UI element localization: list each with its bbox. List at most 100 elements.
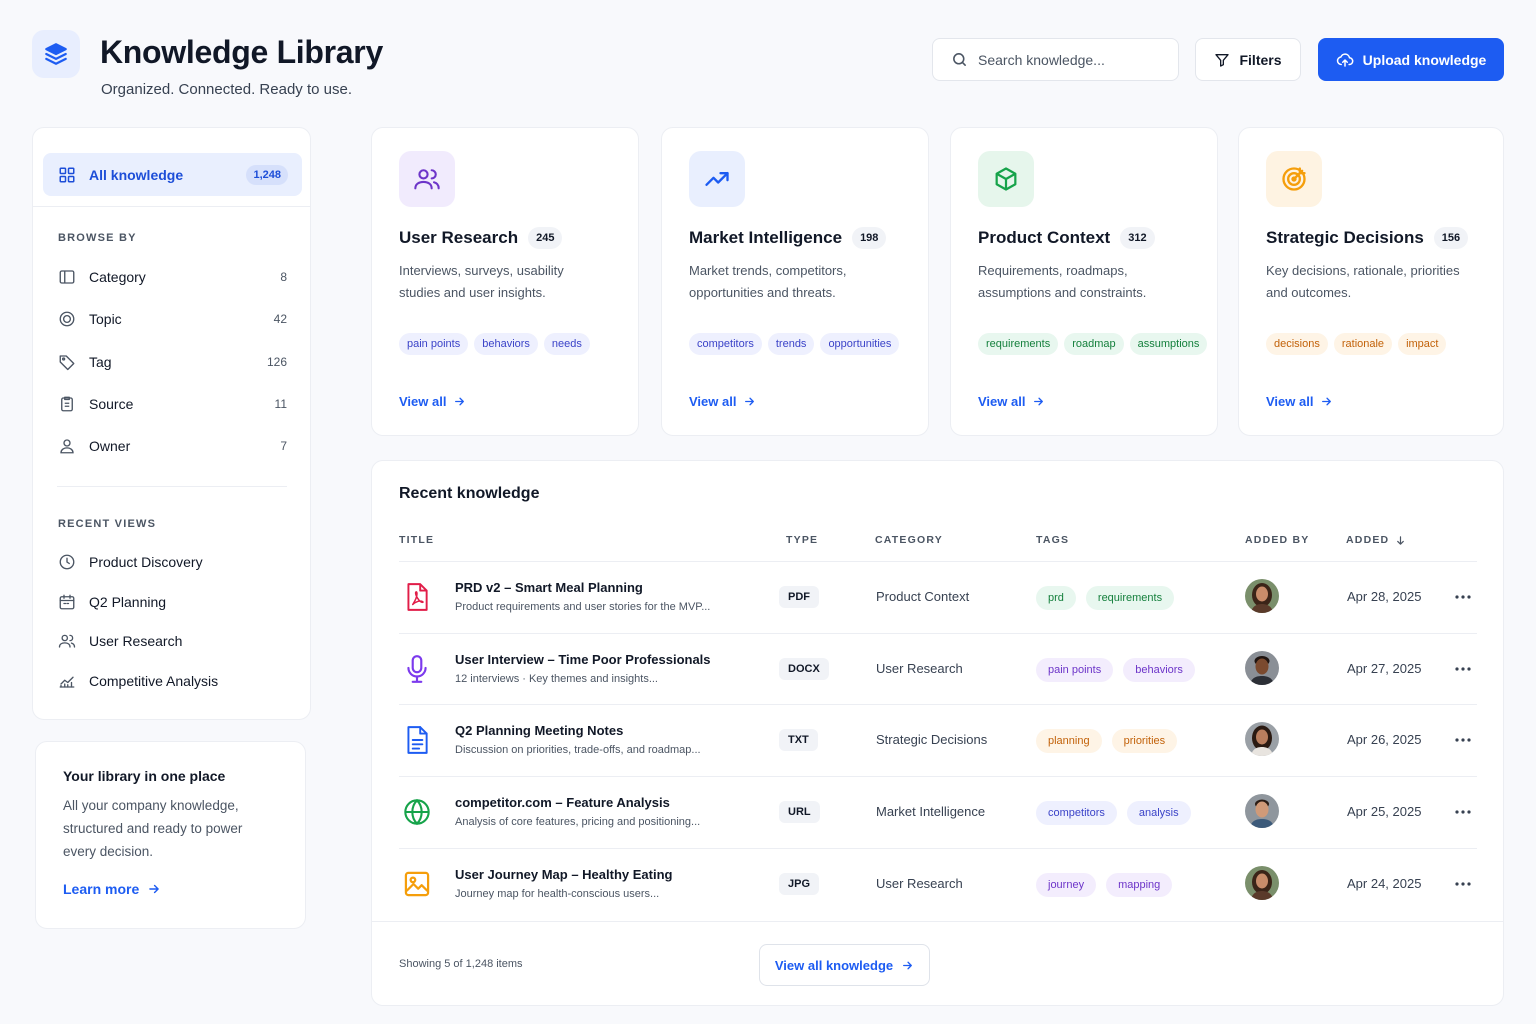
tag-chip[interactable]: trends bbox=[767, 333, 815, 355]
users-icon bbox=[414, 169, 440, 190]
tag-chip[interactable]: competitors bbox=[689, 333, 762, 355]
type-badge: URL bbox=[779, 801, 820, 823]
tag-chip[interactable]: requirements bbox=[1085, 586, 1175, 610]
tag-chip[interactable]: requirements bbox=[978, 333, 1059, 355]
sidebar-item-label: Source bbox=[89, 396, 134, 412]
tag-chip[interactable]: rationale bbox=[1333, 333, 1393, 355]
recent-view-product-discovery[interactable]: Product Discovery bbox=[57, 546, 287, 578]
column-header-added-by[interactable]: ADDED BY bbox=[1245, 534, 1309, 546]
pagination-summary: Showing 5 of 1,248 items bbox=[399, 958, 523, 970]
category-card-market-intelligence[interactable]: Market Intelligence 198 Market trends, co… bbox=[661, 127, 929, 436]
column-header-tags[interactable]: TAGS bbox=[1036, 534, 1069, 546]
view-all-label: View all bbox=[689, 394, 737, 409]
filters-button[interactable]: Filters bbox=[1195, 38, 1301, 81]
source-icon bbox=[61, 396, 73, 412]
sidebar-item-tag[interactable]: Tag 126 bbox=[57, 346, 287, 378]
recent-view-q2-planning[interactable]: Q2 Planning bbox=[57, 586, 287, 618]
target-icon bbox=[1282, 167, 1306, 191]
sidebar-item-count: 126 bbox=[266, 355, 287, 369]
row-title[interactable]: User Interview – Time Poor Professionals bbox=[455, 652, 711, 667]
recent-views-heading: RECENT VIEWS bbox=[58, 518, 157, 530]
recent-view-label: Q2 Planning bbox=[89, 594, 167, 610]
row-title[interactable]: competitor.com – Feature Analysis bbox=[455, 795, 670, 810]
sidebar-item-all-knowledge[interactable]: All knowledge 1,248 bbox=[43, 153, 302, 196]
tag-icon bbox=[59, 355, 75, 371]
tag-chip[interactable]: impact bbox=[1398, 333, 1447, 355]
tag-chip[interactable]: pain points bbox=[1036, 658, 1114, 682]
table-row[interactable]: User Journey Map – Healthy Eating Journe… bbox=[399, 848, 1477, 919]
row-category: User Research bbox=[876, 661, 963, 676]
column-header-category[interactable]: CATEGORY bbox=[875, 534, 943, 546]
tag-chip[interactable]: behaviors bbox=[1123, 658, 1195, 682]
page-subtitle: Organized. Connected. Ready to use. bbox=[101, 81, 352, 98]
search-box[interactable] bbox=[932, 38, 1179, 81]
view-all-link[interactable]: View all bbox=[1266, 394, 1333, 409]
table-row[interactable]: Q2 Planning Meeting Notes Discussion on … bbox=[399, 704, 1477, 775]
more-options-icon[interactable] bbox=[1451, 658, 1475, 680]
category-card-product-context[interactable]: Product Context 312 Requirements, roadmap… bbox=[950, 127, 1218, 436]
owner-icon bbox=[60, 439, 74, 454]
column-header-type[interactable]: TYPE bbox=[786, 534, 818, 546]
tag-chip[interactable]: planning bbox=[1036, 729, 1102, 753]
avatar bbox=[1245, 722, 1279, 756]
tag-chip[interactable]: decisions bbox=[1266, 333, 1328, 355]
cube-icon bbox=[995, 167, 1017, 191]
sidebar-item-topic[interactable]: Topic 42 bbox=[57, 303, 287, 335]
view-all-link[interactable]: View all bbox=[978, 394, 1045, 409]
divider bbox=[372, 921, 1503, 922]
image-icon bbox=[403, 869, 431, 899]
view-all-link[interactable]: View all bbox=[689, 394, 756, 409]
layers-icon bbox=[45, 43, 67, 65]
tag-chip[interactable]: behaviors bbox=[474, 333, 538, 355]
more-options-icon[interactable] bbox=[1451, 586, 1475, 608]
column-header-added[interactable]: ADDED bbox=[1346, 534, 1406, 546]
sidebar-item-owner[interactable]: Owner 7 bbox=[57, 430, 287, 462]
table-row[interactable]: competitor.com – Feature Analysis Analys… bbox=[399, 776, 1477, 847]
upload-button[interactable]: Upload knowledge bbox=[1318, 38, 1504, 81]
tag-chip[interactable]: needs bbox=[543, 333, 590, 355]
sidebar-item-category[interactable]: Category 8 bbox=[57, 261, 287, 293]
table-row[interactable]: PRD v2 – Smart Meal Planning Product req… bbox=[399, 561, 1477, 632]
chart-icon bbox=[59, 676, 75, 688]
app-logo bbox=[32, 30, 80, 78]
row-title[interactable]: Q2 Planning Meeting Notes bbox=[455, 723, 623, 738]
tag-chip[interactable]: opportunities bbox=[820, 333, 900, 355]
tag-chip[interactable]: prd bbox=[1036, 586, 1076, 610]
more-options-icon[interactable] bbox=[1451, 729, 1475, 751]
tag-chip[interactable]: competitors bbox=[1036, 801, 1117, 825]
tag-chip[interactable]: journey bbox=[1036, 873, 1097, 897]
divider bbox=[57, 486, 287, 487]
column-header-title[interactable]: TITLE bbox=[399, 534, 434, 546]
arrow-right-icon bbox=[149, 884, 160, 894]
card-icon-box bbox=[1266, 151, 1322, 207]
clock-icon bbox=[59, 554, 75, 570]
row-date: Apr 27, 2025 bbox=[1347, 661, 1422, 676]
tag-chip[interactable]: assumptions bbox=[1129, 333, 1208, 355]
tag-chip[interactable]: analysis bbox=[1126, 801, 1191, 825]
row-title[interactable]: PRD v2 – Smart Meal Planning bbox=[455, 580, 643, 595]
type-badge: TXT bbox=[779, 729, 818, 751]
tag-chip[interactable]: roadmap bbox=[1064, 333, 1124, 355]
row-title[interactable]: User Journey Map – Healthy Eating bbox=[455, 867, 672, 882]
table-row[interactable]: User Interview – Time Poor Professionals… bbox=[399, 633, 1477, 704]
learn-more-link[interactable]: Learn more bbox=[63, 881, 278, 897]
card-title: Market Intelligence bbox=[689, 228, 843, 247]
more-options-icon[interactable] bbox=[1451, 801, 1475, 823]
tag-chip[interactable]: mapping bbox=[1106, 873, 1173, 897]
arrow-right-icon bbox=[1034, 397, 1044, 406]
card-description: Key decisions, rationale, priorities and… bbox=[1266, 263, 1460, 300]
category-card-user-research[interactable]: User Research 245 Interviews, surveys, us… bbox=[371, 127, 639, 436]
sort-down-icon bbox=[1397, 535, 1405, 545]
card-description: Interviews, surveys, usability studies a… bbox=[399, 263, 564, 300]
recent-view-user-research[interactable]: User Research bbox=[57, 625, 287, 657]
recent-view-competitive-analysis[interactable]: Competitive Analysis bbox=[57, 665, 287, 697]
view-all-label: View all bbox=[1266, 394, 1314, 409]
sidebar-item-source[interactable]: Source 11 bbox=[57, 388, 287, 420]
category-card-strategic-decisions[interactable]: Strategic Decisions 156 Key decisions, ra… bbox=[1238, 127, 1504, 436]
more-options-icon[interactable] bbox=[1451, 873, 1475, 895]
tag-chip[interactable]: pain points bbox=[399, 333, 469, 355]
view-all-link[interactable]: View all bbox=[399, 394, 466, 409]
view-all-knowledge-button[interactable]: View all knowledge bbox=[759, 944, 930, 986]
search-input[interactable] bbox=[978, 51, 1168, 68]
tag-chip[interactable]: priorities bbox=[1111, 729, 1178, 753]
